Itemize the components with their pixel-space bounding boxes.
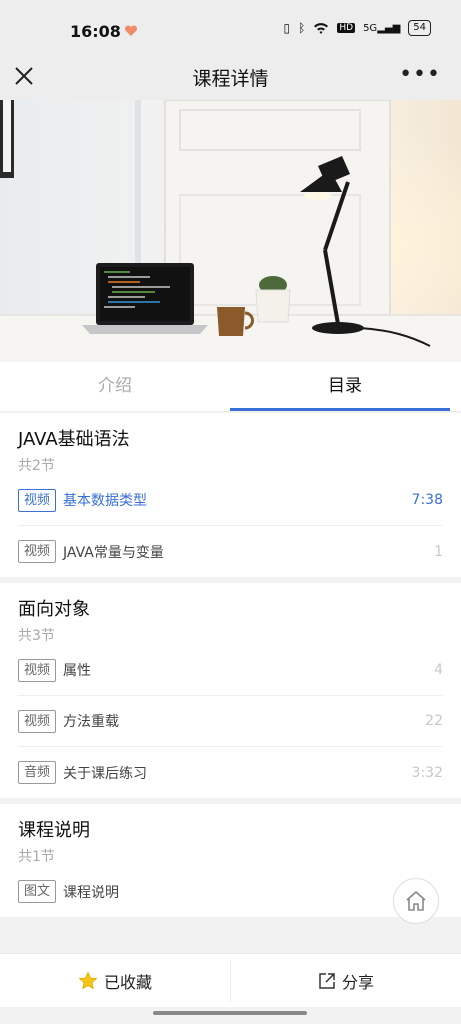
lesson-meta: 22 <box>425 713 443 729</box>
bottom-action-bar: 已收藏 分享 <box>0 953 461 1007</box>
home-button[interactable] <box>393 878 439 924</box>
lesson-title: 关于课后练习 <box>63 765 148 782</box>
chapter-count: 共2节 <box>18 458 55 474</box>
lesson-item[interactable]: 视频 属性 4 <box>18 645 443 696</box>
nav-bar: 课程详情 ••• <box>0 56 461 100</box>
chapter-count: 共3节 <box>18 628 55 644</box>
lesson-item[interactable]: 视频 方法重载 22 <box>18 696 443 747</box>
wifi-icon <box>314 23 329 34</box>
chapter-java-basics: JAVA基础语法 共2节 视频 基本数据类型 7:38 视频 JAVA常量与变量… <box>0 413 461 577</box>
tab-catalog[interactable]: 目录 <box>230 362 460 412</box>
lesson-meta: 4 <box>434 662 443 678</box>
lesson-meta: 3:32 <box>411 764 443 781</box>
lesson-type-badge: 图文 <box>18 880 57 903</box>
lesson-item[interactable]: 视频 JAVA常量与变量 1 <box>18 526 443 577</box>
chapter-oop: 面向对象 共3节 视频 属性 4 视频 方法重载 22 音频 关于课后练习 3:… <box>0 583 461 798</box>
lesson-title: JAVA常量与变量 <box>63 544 164 561</box>
more-options-icon[interactable]: ••• <box>399 62 441 87</box>
lesson-meta: 1 <box>434 543 443 560</box>
lesson-type-badge: 视频 <box>18 709 57 733</box>
share-label: 分享 <box>341 973 374 992</box>
status-icons: ▯ ᛒ HD 5G▂▄▆ 54 <box>284 20 431 36</box>
signal-icon: 5G▂▄▆ <box>363 22 401 34</box>
chapter-title: 课程说明 <box>18 820 90 841</box>
star-icon <box>78 971 98 990</box>
active-tab-indicator <box>230 408 450 411</box>
lesson-meta: 7:38 <box>411 492 443 508</box>
catalog-list: JAVA基础语法 共2节 视频 基本数据类型 7:38 视频 JAVA常量与变量… <box>0 413 461 953</box>
hd-icon: HD <box>337 23 356 33</box>
battery-icon: 54 <box>408 20 431 36</box>
health-heart-icon <box>124 25 138 36</box>
home-icon <box>406 891 426 911</box>
chapter-count: 共1节 <box>18 849 55 865</box>
lesson-type-badge: 音频 <box>18 761 57 784</box>
tab-intro[interactable]: 介绍 <box>0 362 230 412</box>
lesson-item[interactable]: 视频 基本数据类型 7:38 <box>18 475 443 526</box>
lesson-title: 方法重载 <box>63 714 120 730</box>
lesson-title: 基本数据类型 <box>63 493 148 509</box>
lesson-type-badge: 视频 <box>18 540 57 563</box>
course-tabs: 介绍 目录 <box>0 362 461 412</box>
chapter-title: JAVA基础语法 <box>18 429 130 450</box>
vibrate-icon: ▯ <box>283 21 291 35</box>
lesson-title: 课程说明 <box>63 884 120 901</box>
favorite-button[interactable]: 已收藏 <box>0 954 230 1008</box>
chapter-course-notes: 课程说明 共1节 图文 课程说明 <box>0 804 461 917</box>
course-cover-image <box>0 100 461 362</box>
lesson-item[interactable]: 音频 关于课后练习 3:32 <box>18 747 443 798</box>
share-button[interactable]: 分享 <box>231 954 461 1008</box>
favorite-label: 已收藏 <box>103 973 152 992</box>
lesson-title: 属性 <box>63 663 92 679</box>
share-icon <box>319 973 335 989</box>
lesson-type-badge: 视频 <box>18 658 57 682</box>
status-time: 16:08 <box>70 22 121 41</box>
lesson-item[interactable]: 图文 课程说明 <box>18 866 443 917</box>
bluetooth-icon: ᛒ <box>298 21 306 35</box>
status-bar: 16:08 ▯ ᛒ HD 5G▂▄▆ 54 <box>0 0 461 56</box>
page-title: 课程详情 <box>192 68 269 90</box>
chapter-title: 面向对象 <box>18 599 90 620</box>
lesson-type-badge: 视频 <box>18 488 57 512</box>
system-home-indicator[interactable] <box>153 1011 307 1015</box>
